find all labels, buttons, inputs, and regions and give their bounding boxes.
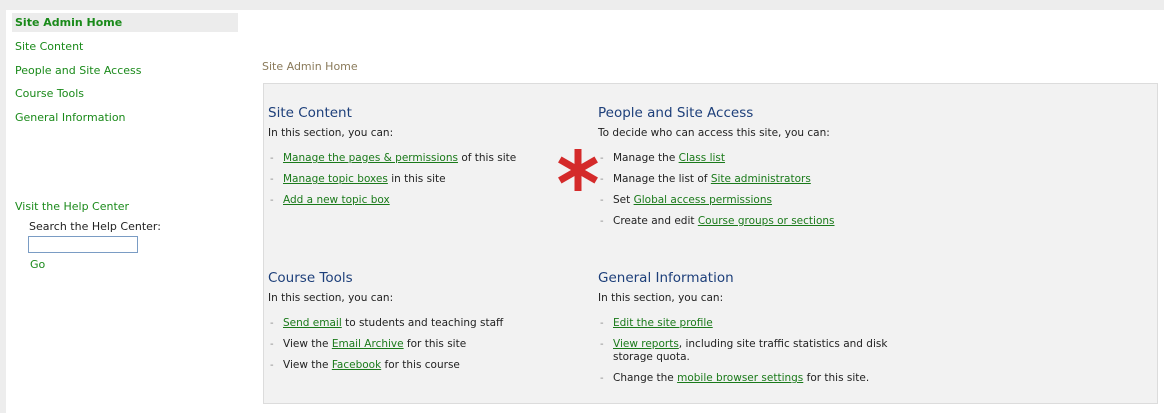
global-access-permissions-link[interactable]: Global access permissions <box>634 194 772 206</box>
list-item-text: for this site. <box>803 372 870 384</box>
sidebar: Site Admin Home Site Content People and … <box>12 13 238 130</box>
site-administrators-link[interactable]: Site administrators <box>711 173 811 185</box>
section-list: - Manage the pages & permissions of this … <box>268 152 588 207</box>
edit-site-profile-link[interactable]: Edit the site profile <box>613 317 713 329</box>
list-item-text: Create and edit <box>613 215 698 227</box>
help-center: Visit the Help Center Search the Help Ce… <box>15 200 161 271</box>
section-title: Site Content <box>268 105 352 121</box>
bullet: - <box>270 360 274 371</box>
bullet: - <box>270 339 274 350</box>
list-item-text: of this site <box>457 152 517 164</box>
sidebar-item-site-admin-home[interactable]: Site Admin Home <box>12 13 238 32</box>
bullet: - <box>270 195 274 206</box>
go-button[interactable]: Go <box>30 258 161 271</box>
list-item: - Change the mobile browser settings for … <box>598 372 908 385</box>
view-reports-link[interactable]: View reports <box>613 338 679 350</box>
list-item-text: Set <box>613 194 634 206</box>
main-panel: Site Content In this section, you can: -… <box>263 83 1158 404</box>
section-list: - Manage the Class list - Manage the list … <box>598 152 918 228</box>
bullet: - <box>600 373 604 384</box>
section-intro: In this section, you can: <box>268 127 394 139</box>
bullet: - <box>270 174 274 185</box>
list-item-text: for this course <box>381 359 460 371</box>
section-intro: In this section, you can: <box>268 292 394 304</box>
list-item: - Manage topic boxes in this site <box>268 173 588 186</box>
list-item-text: Manage the <box>613 152 679 164</box>
list-item-text: Change the <box>613 372 678 384</box>
help-center-link[interactable]: Visit the Help Center <box>15 200 161 213</box>
bullet: - <box>600 174 604 185</box>
page: Site Admin Home Site Content People and … <box>6 10 1164 413</box>
list-item: - View reports, including site traffic st… <box>598 338 893 364</box>
section-title: General Information <box>598 270 734 286</box>
section-people-site-access: People and Site Access To decide who can… <box>598 105 918 236</box>
add-topic-box-link[interactable]: Add a new topic box <box>283 194 390 206</box>
section-intro: To decide who can access this site, you … <box>598 127 830 139</box>
class-list-link[interactable]: Class list <box>679 152 725 164</box>
bullet: - <box>600 216 604 227</box>
list-item-text: View the <box>283 359 332 371</box>
list-item: - Manage the list of Site administrators <box>598 173 918 186</box>
bullet: - <box>600 318 604 329</box>
section-list: - Send email to students and teaching sta… <box>268 317 588 372</box>
facebook-link[interactable]: Facebook <box>332 359 381 371</box>
section-list: - Edit the site profile - View reports, in… <box>598 317 908 385</box>
send-email-link[interactable]: Send email <box>283 317 342 329</box>
bullet: - <box>600 339 604 350</box>
list-item: - Send email to students and teaching sta… <box>268 317 588 330</box>
asterisk-icon <box>558 149 598 191</box>
sidebar-item-site-content[interactable]: Site Content <box>12 36 238 60</box>
section-title: Course Tools <box>268 270 353 286</box>
section-site-content: Site Content In this section, you can: -… <box>268 105 588 215</box>
breadcrumb: Site Admin Home <box>262 60 358 73</box>
list-item-text: for this site <box>403 338 467 350</box>
list-item: - View the Facebook for this course <box>268 359 588 372</box>
manage-topic-boxes-link[interactable]: Manage topic boxes <box>283 173 388 185</box>
section-course-tools: Course Tools In this section, you can: -… <box>268 270 588 380</box>
list-item-text: View the <box>283 338 332 350</box>
manage-pages-permissions-link[interactable]: Manage the pages & permissions <box>283 152 458 164</box>
list-item: - Manage the Class list <box>598 152 918 165</box>
sidebar-item-general-information[interactable]: General Information <box>12 107 238 131</box>
bullet: - <box>600 195 604 206</box>
course-groups-sections-link[interactable]: Course groups or sections <box>698 215 835 227</box>
help-search-input[interactable] <box>28 236 138 253</box>
list-item: - Edit the site profile <box>598 317 908 330</box>
list-item: - Set Global access permissions <box>598 194 918 207</box>
list-item: - Add a new topic box <box>268 194 588 207</box>
help-search-label: Search the Help Center: <box>29 220 161 233</box>
sidebar-item-people-and-site-access[interactable]: People and Site Access <box>12 60 238 84</box>
list-item: - View the Email Archive for this site <box>268 338 588 351</box>
email-archive-link[interactable]: Email Archive <box>332 338 404 350</box>
section-title: People and Site Access <box>598 105 754 121</box>
section-intro: In this section, you can: <box>598 292 724 304</box>
mobile-browser-settings-link[interactable]: mobile browser settings <box>677 372 803 384</box>
list-item-text: Manage the list of <box>613 173 711 185</box>
list-item-text: in this site <box>387 173 446 185</box>
list-item: - Manage the pages & permissions of this … <box>268 152 588 165</box>
list-item-text: to students and teaching staff <box>341 317 504 329</box>
sidebar-item-course-tools[interactable]: Course Tools <box>12 83 238 107</box>
bullet: - <box>270 153 274 164</box>
section-general-information: General Information In this section, you… <box>598 270 908 393</box>
bullet: - <box>270 318 274 329</box>
bullet: - <box>600 153 604 164</box>
list-item: - Create and edit Course groups or sectio… <box>598 215 918 228</box>
